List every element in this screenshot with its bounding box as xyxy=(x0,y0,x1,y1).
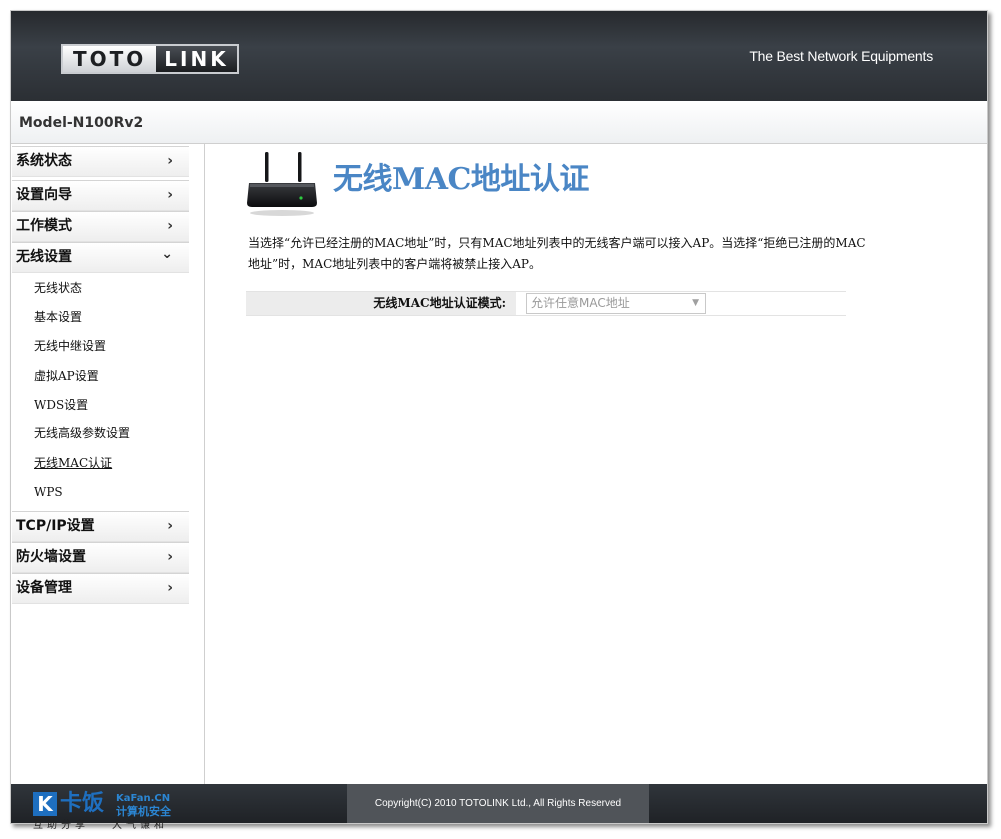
sidebar-subitem-wds[interactable]: WDS设置 xyxy=(34,397,88,413)
sidebar-item-label: 系统状态 xyxy=(16,153,72,169)
sidebar-item-work-mode[interactable]: 工作模式 › xyxy=(12,211,189,242)
sidebar-subitem-mac-auth[interactable]: 无线MAC认证 xyxy=(34,455,112,471)
sidebar-nav: 系统状态 › 设置向导 › 工作模式 › 无线设置 ⌄ 无线状态 基本设置 无线… xyxy=(11,144,205,784)
chevron-right-icon: › xyxy=(167,153,173,169)
dropdown-arrow-icon: ▼ xyxy=(692,298,699,308)
sidebar-item-firewall[interactable]: 防火墙设置 › xyxy=(12,542,189,573)
mac-auth-mode-select[interactable]: 允许任意MAC地址 ▼ xyxy=(526,293,706,314)
chevron-right-icon: › xyxy=(167,518,173,534)
copyright-text: Copyright(C) 2010 TOTOLINK Ltd., All Rig… xyxy=(347,784,649,823)
page-description: 当选择“允许已经注册的MAC地址”时，只有MAC地址列表中的无线客户端可以接入A… xyxy=(248,236,866,271)
model-bar: Model-N100Rv2 xyxy=(11,101,987,144)
logo-text-link: LINK xyxy=(156,46,237,72)
chevron-right-icon: › xyxy=(167,187,173,203)
watermark-site: KaFan.CN xyxy=(116,793,171,804)
form-label-cell: 无线MAC地址认证模式: xyxy=(246,292,516,315)
chevron-right-icon: › xyxy=(167,549,173,565)
mac-auth-mode-row: 无线MAC地址认证模式: 允许任意MAC地址 ▼ xyxy=(246,291,846,316)
sidebar-item-label: 防火墙设置 xyxy=(16,549,86,565)
sidebar-item-label: 工作模式 xyxy=(16,218,72,234)
sidebar-item-label: TCP/IP设置 xyxy=(16,518,95,534)
watermark-site-sub: 计算机安全 xyxy=(116,805,171,818)
sidebar-item-setup-wizard[interactable]: 设置向导 › xyxy=(12,180,189,211)
kafan-logo-icon: K xyxy=(33,792,57,816)
sidebar-subitem-repeater-settings[interactable]: 无线中继设置 xyxy=(34,338,106,354)
header-banner: TOTO LINK The Best Network Equipments xyxy=(11,11,987,101)
sidebar-subitem-advanced[interactable]: 无线高级参数设置 xyxy=(34,425,130,441)
sidebar-item-system-status[interactable]: 系统状态 › xyxy=(12,146,189,177)
sidebar-subitem-basic-settings[interactable]: 基本设置 xyxy=(34,309,82,325)
chevron-down-icon: ⌄ xyxy=(161,246,173,262)
sidebar-subitem-virtual-ap[interactable]: 虚拟AP设置 xyxy=(34,368,99,384)
mac-auth-mode-label: 无线MAC地址认证模式: xyxy=(373,296,506,310)
sidebar-item-tcpip[interactable]: TCP/IP设置 › xyxy=(12,511,189,542)
router-admin-window: TOTO LINK The Best Network Equipments Mo… xyxy=(10,10,988,824)
watermark-slogan-right: 大气谦和 xyxy=(112,820,168,831)
sidebar-item-label: 无线设置 xyxy=(16,249,72,265)
tagline: The Best Network Equipments xyxy=(749,48,933,64)
watermark-slogan-left: 互助分享 xyxy=(33,820,89,831)
chevron-right-icon: › xyxy=(167,218,173,234)
logo-text-toto: TOTO xyxy=(63,46,157,72)
sidebar-item-label: 设备管理 xyxy=(16,580,72,596)
totolink-logo: TOTO LINK xyxy=(61,44,239,74)
select-value: 允许任意MAC地址 xyxy=(531,296,630,310)
sidebar-subitem-wireless-status[interactable]: 无线状态 xyxy=(34,280,82,296)
chevron-right-icon: › xyxy=(167,580,173,596)
sidebar-item-wireless-settings[interactable]: 无线设置 ⌄ xyxy=(12,242,189,273)
router-icon xyxy=(247,152,317,216)
watermark-chinese: 卡饭 xyxy=(60,791,105,816)
model-name: Model-N100Rv2 xyxy=(19,115,144,131)
sidebar-item-device-management[interactable]: 设备管理 › xyxy=(12,573,189,604)
sidebar-item-label: 设置向导 xyxy=(16,187,72,203)
page-title: 无线MAC地址认证 xyxy=(333,162,589,197)
sidebar-subitem-wps[interactable]: WPS xyxy=(34,484,63,500)
kafan-watermark: K 卡饭 KaFan.CN 计算机安全 互助分享 大气谦和 xyxy=(30,790,180,836)
